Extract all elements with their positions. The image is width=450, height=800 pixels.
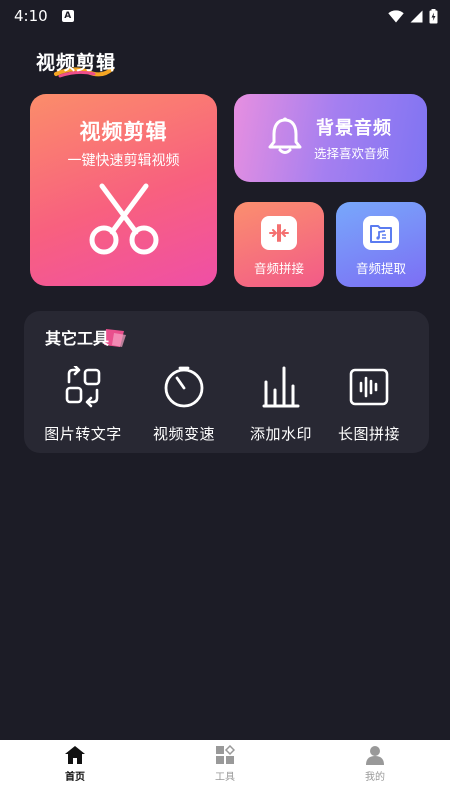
nav-tools-label: 工具 — [215, 772, 235, 783]
audio-merge-icon — [269, 224, 289, 242]
video-edit-subtitle: 一键快速剪辑视频 — [67, 153, 180, 169]
watermark-bars-icon — [262, 366, 300, 408]
signal-icon — [410, 10, 423, 22]
speed-timer-icon — [164, 366, 204, 408]
battery-icon — [429, 8, 438, 23]
home-icon — [65, 746, 85, 764]
audio-extract-icon-box — [363, 216, 399, 250]
nav-mine-label: 我的 — [365, 772, 385, 783]
long-image-icon — [349, 368, 389, 406]
audio-merge-icon-box — [261, 216, 297, 250]
tool-image-to-text-label: 图片转文字 — [44, 425, 122, 443]
video-edit-card[interactable]: 视频剪辑 一键快速剪辑视频 — [30, 94, 217, 286]
other-tools-panel: 其它工具 图片转文字 视频变速 添加水印 长图拼接 — [24, 311, 429, 453]
status-time: 4:10 — [14, 7, 48, 25]
other-tools-title: 其它工具 — [45, 329, 110, 348]
audio-extract-card[interactable]: 音频提取 — [336, 202, 426, 287]
bottom-nav: 首页 工具 我的 — [0, 740, 450, 800]
nav-mine[interactable]: 我的 — [300, 740, 450, 800]
scissors-icon — [89, 183, 159, 255]
background-audio-subtitle: 选择喜欢音频 — [314, 146, 390, 161]
status-bar: 4:10 A — [0, 0, 450, 32]
tool-video-speed-label: 视频变速 — [152, 425, 215, 443]
user-icon — [366, 746, 384, 765]
audio-merge-label: 音频拼接 — [253, 261, 304, 276]
tool-long-image-label: 长图拼接 — [337, 425, 400, 443]
tool-long-image[interactable]: 长图拼接 — [324, 365, 414, 444]
nav-home[interactable]: 首页 — [0, 740, 150, 800]
tool-image-to-text[interactable]: 图片转文字 — [38, 365, 128, 444]
tool-video-speed[interactable]: 视频变速 — [139, 365, 229, 444]
bell-icon — [268, 117, 302, 154]
tool-add-watermark-label: 添加水印 — [249, 425, 312, 443]
nav-tools[interactable]: 工具 — [150, 740, 300, 800]
status-icons — [388, 8, 438, 24]
audio-extract-icon — [370, 225, 392, 243]
audio-merge-card[interactable]: 音频拼接 — [234, 202, 324, 287]
video-edit-title: 视频剪辑 — [79, 120, 168, 144]
background-audio-title: 背景音频 — [316, 118, 392, 139]
wifi-icon — [388, 9, 404, 22]
background-audio-card[interactable]: 背景音频 选择喜欢音频 — [234, 94, 427, 182]
image-to-text-icon — [65, 366, 101, 408]
page-title-wrap: 视频剪辑 — [36, 48, 117, 78]
notification-a-icon: A — [61, 10, 74, 22]
audio-extract-label: 音频提取 — [355, 261, 406, 276]
tools-grid-icon — [216, 745, 235, 764]
nav-home-label: 首页 — [65, 772, 85, 783]
page-title: 视频剪辑 — [36, 52, 117, 74]
tool-add-watermark[interactable]: 添加水印 — [236, 365, 326, 444]
